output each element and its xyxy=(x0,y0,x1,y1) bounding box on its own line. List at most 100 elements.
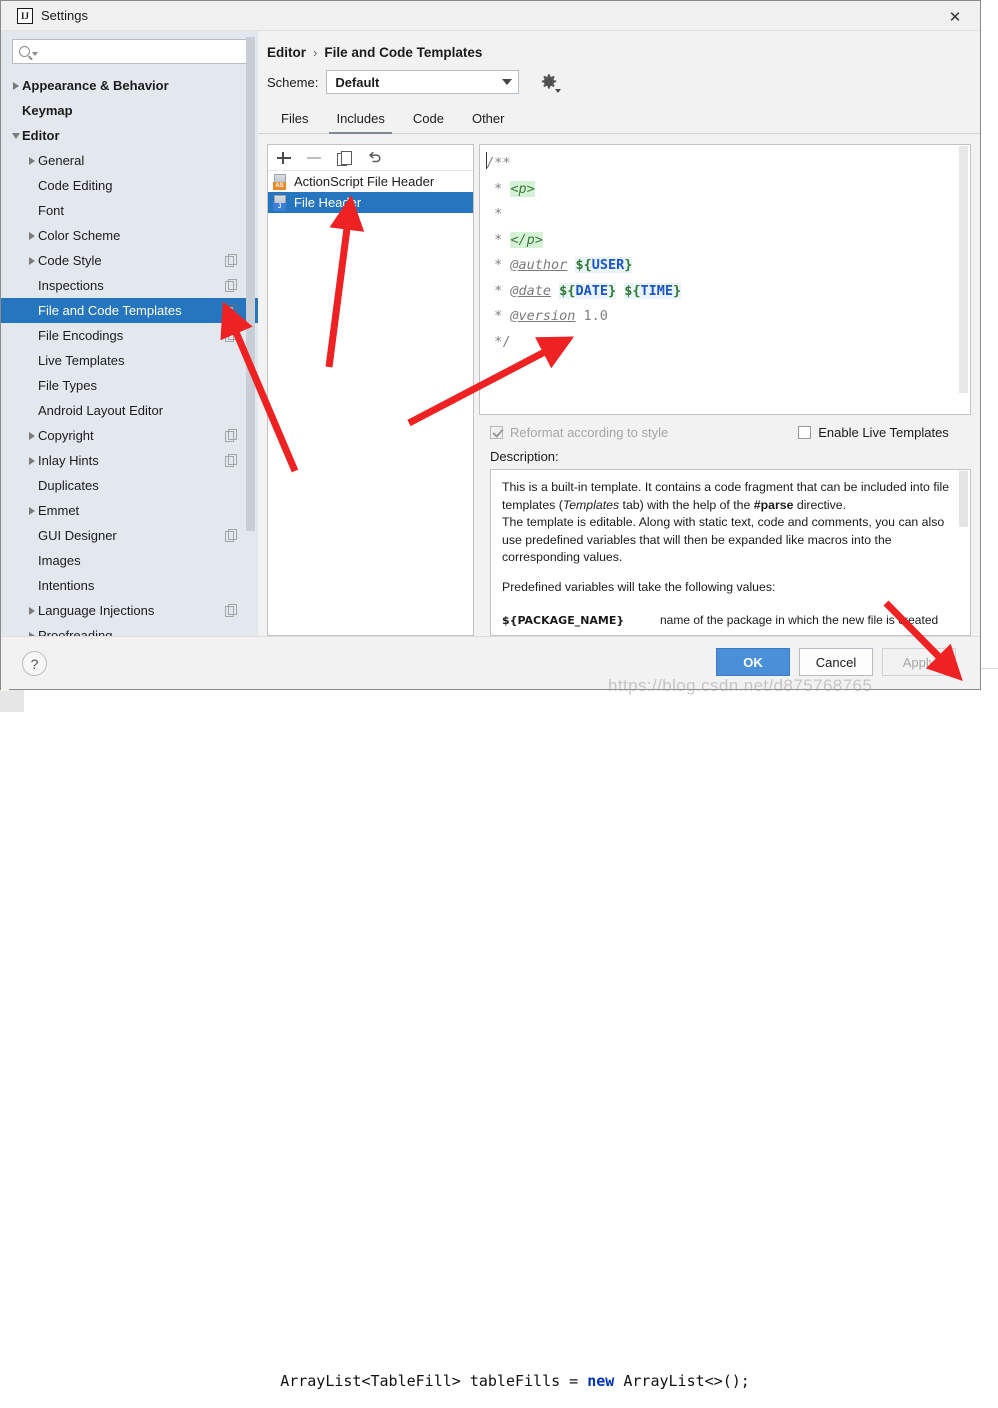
tree-twisty[interactable] xyxy=(9,81,22,90)
template-list-toolbar xyxy=(268,145,473,171)
tree-twisty[interactable] xyxy=(25,231,38,240)
sidebar-item-editor[interactable]: Editor xyxy=(1,123,258,148)
chevron-right-icon xyxy=(12,81,19,90)
plus-icon[interactable] xyxy=(276,150,292,166)
tree-twisty[interactable] xyxy=(25,506,38,515)
copy-settings-icon[interactable] xyxy=(225,329,237,342)
breadcrumb-separator-icon: › xyxy=(313,45,318,60)
tab-includes[interactable]: Includes xyxy=(322,107,398,134)
list-item[interactable]: J File Header xyxy=(268,192,473,213)
checkbox-icon[interactable] xyxy=(798,425,812,439)
ide-code-keyword: new xyxy=(587,1372,615,1390)
sidebar-item-color-scheme[interactable]: Color Scheme xyxy=(1,223,258,248)
chevron-right-icon xyxy=(28,156,35,165)
search-box[interactable] xyxy=(12,39,249,64)
chevron-down-icon xyxy=(502,79,513,85)
sidebar-item-live-templates[interactable]: Live Templates xyxy=(1,348,258,373)
code-editor[interactable]: /** * <p> * * </p> * @author ${USER} * @… xyxy=(479,144,971,415)
copy-settings-icon[interactable] xyxy=(225,454,237,467)
cancel-button[interactable]: Cancel xyxy=(799,648,873,676)
sidebar-scrollbar[interactable] xyxy=(246,31,255,636)
minus-icon[interactable] xyxy=(306,150,322,166)
sidebar-item-code-style[interactable]: Code Style xyxy=(1,248,258,273)
list-item-label: File Header xyxy=(294,195,362,210)
intellij-idea-icon: IJ xyxy=(17,8,33,24)
ok-button[interactable]: OK xyxy=(716,648,790,676)
tab-other[interactable]: Other xyxy=(458,107,519,133)
scheme-selected-value: Default xyxy=(335,74,380,90)
description-label: Description: xyxy=(490,449,559,464)
button-label: Apply xyxy=(902,654,936,670)
gear-icon[interactable] xyxy=(538,71,562,93)
tree-twisty[interactable] xyxy=(25,606,38,615)
copy-icon[interactable] xyxy=(336,150,352,166)
copy-settings-icon[interactable] xyxy=(225,279,237,292)
copy-settings-icon[interactable] xyxy=(225,304,237,317)
sidebar-item-keymap[interactable]: Keymap xyxy=(1,98,258,123)
sidebar-scrollbar-thumb[interactable] xyxy=(246,37,255,531)
tree-twisty[interactable] xyxy=(9,132,22,139)
apply-button: Apply xyxy=(882,648,956,676)
sidebar-item-label: Inlay Hints xyxy=(38,453,99,468)
tab-files[interactable]: Files xyxy=(267,107,322,133)
list-item[interactable]: AS ActionScript File Header xyxy=(268,171,473,192)
sidebar-item-label: Color Scheme xyxy=(38,228,121,243)
sidebar-item-gui-designer[interactable]: GUI Designer xyxy=(1,523,258,548)
sidebar-item-appearance-behavior[interactable]: Appearance & Behavior xyxy=(1,73,258,98)
breadcrumb-parent[interactable]: Editor xyxy=(267,45,306,60)
sidebar-item-duplicates[interactable]: Duplicates xyxy=(1,473,258,498)
sidebar-item-proofreading[interactable]: Proofreading xyxy=(1,623,258,636)
sidebar-item-file-encodings[interactable]: File Encodings xyxy=(1,323,258,348)
tree-twisty[interactable] xyxy=(25,256,38,265)
dialog-footer: ? OK Cancel Apply xyxy=(1,636,980,689)
chevron-right-icon xyxy=(28,506,35,515)
template-list-pane: AS ActionScript File Header J File Header xyxy=(267,144,474,636)
sidebar-item-file-types[interactable]: File Types xyxy=(1,373,258,398)
sidebar-item-label: File Types xyxy=(38,378,98,393)
sidebar-item-file-and-code-templates[interactable]: File and Code Templates xyxy=(1,298,258,323)
sidebar-item-label: General xyxy=(38,153,85,168)
sidebar-item-label: Images xyxy=(38,553,81,568)
help-button[interactable]: ? xyxy=(22,651,47,676)
sidebar-item-label: Inspections xyxy=(38,278,104,293)
sidebar-item-language-injections[interactable]: Language Injections xyxy=(1,598,258,623)
sidebar-item-android-layout-editor[interactable]: Android Layout Editor xyxy=(1,398,258,423)
copy-settings-icon[interactable] xyxy=(225,604,237,617)
search-input[interactable] xyxy=(38,44,248,59)
description-scrollbar[interactable] xyxy=(958,471,969,634)
chevron-right-icon xyxy=(28,456,35,465)
sidebar-item-images[interactable]: Images xyxy=(1,548,258,573)
sidebar-item-font[interactable]: Font xyxy=(1,198,258,223)
sidebar-item-label: File Encodings xyxy=(38,328,124,343)
copy-settings-icon[interactable] xyxy=(225,254,237,267)
description-scrollbar-thumb[interactable] xyxy=(959,471,968,527)
live-templates-checkbox[interactable]: Enable Live Templates xyxy=(798,425,949,440)
sidebar-item-inlay-hints[interactable]: Inlay Hints xyxy=(1,448,258,473)
settings-tree: Appearance & Behavior Keymap Editor General… xyxy=(1,70,258,636)
sidebar-item-intentions[interactable]: Intentions xyxy=(1,573,258,598)
code-editor-scrollbar[interactable] xyxy=(958,146,969,413)
code-editor-scrollbar-thumb[interactable] xyxy=(959,146,968,393)
text-caret xyxy=(486,152,487,169)
breadcrumb-current: File and Code Templates xyxy=(324,45,483,60)
tree-twisty[interactable] xyxy=(25,156,38,165)
desc-p1-b: tab) with the help of the xyxy=(619,497,754,512)
sidebar-item-code-editing[interactable]: Code Editing xyxy=(1,173,258,198)
copy-settings-icon[interactable] xyxy=(225,529,237,542)
tree-twisty[interactable] xyxy=(25,431,38,440)
file-template-icon: AS xyxy=(273,173,288,190)
tab-code[interactable]: Code xyxy=(399,107,458,133)
tree-twisty[interactable] xyxy=(25,456,38,465)
predefined-variables-table: ${PACKAGE_NAME} name of the package in wh… xyxy=(502,608,956,635)
sidebar-item-inspections[interactable]: Inspections xyxy=(1,273,258,298)
ide-code-after: ArrayList<>(); xyxy=(614,1372,750,1390)
copy-settings-icon[interactable] xyxy=(225,429,237,442)
sidebar-item-copyright[interactable]: Copyright xyxy=(1,423,258,448)
reformat-checkbox-label: Reformat according to style xyxy=(510,424,669,440)
sidebar-item-emmet[interactable]: Emmet xyxy=(1,498,258,523)
close-icon[interactable]: ✕ xyxy=(944,6,966,28)
scheme-select[interactable]: Default xyxy=(326,70,520,94)
dialog-button-group: OK Cancel Apply xyxy=(716,648,956,676)
sidebar-item-general[interactable]: General xyxy=(1,148,258,173)
revert-icon[interactable] xyxy=(366,150,382,166)
